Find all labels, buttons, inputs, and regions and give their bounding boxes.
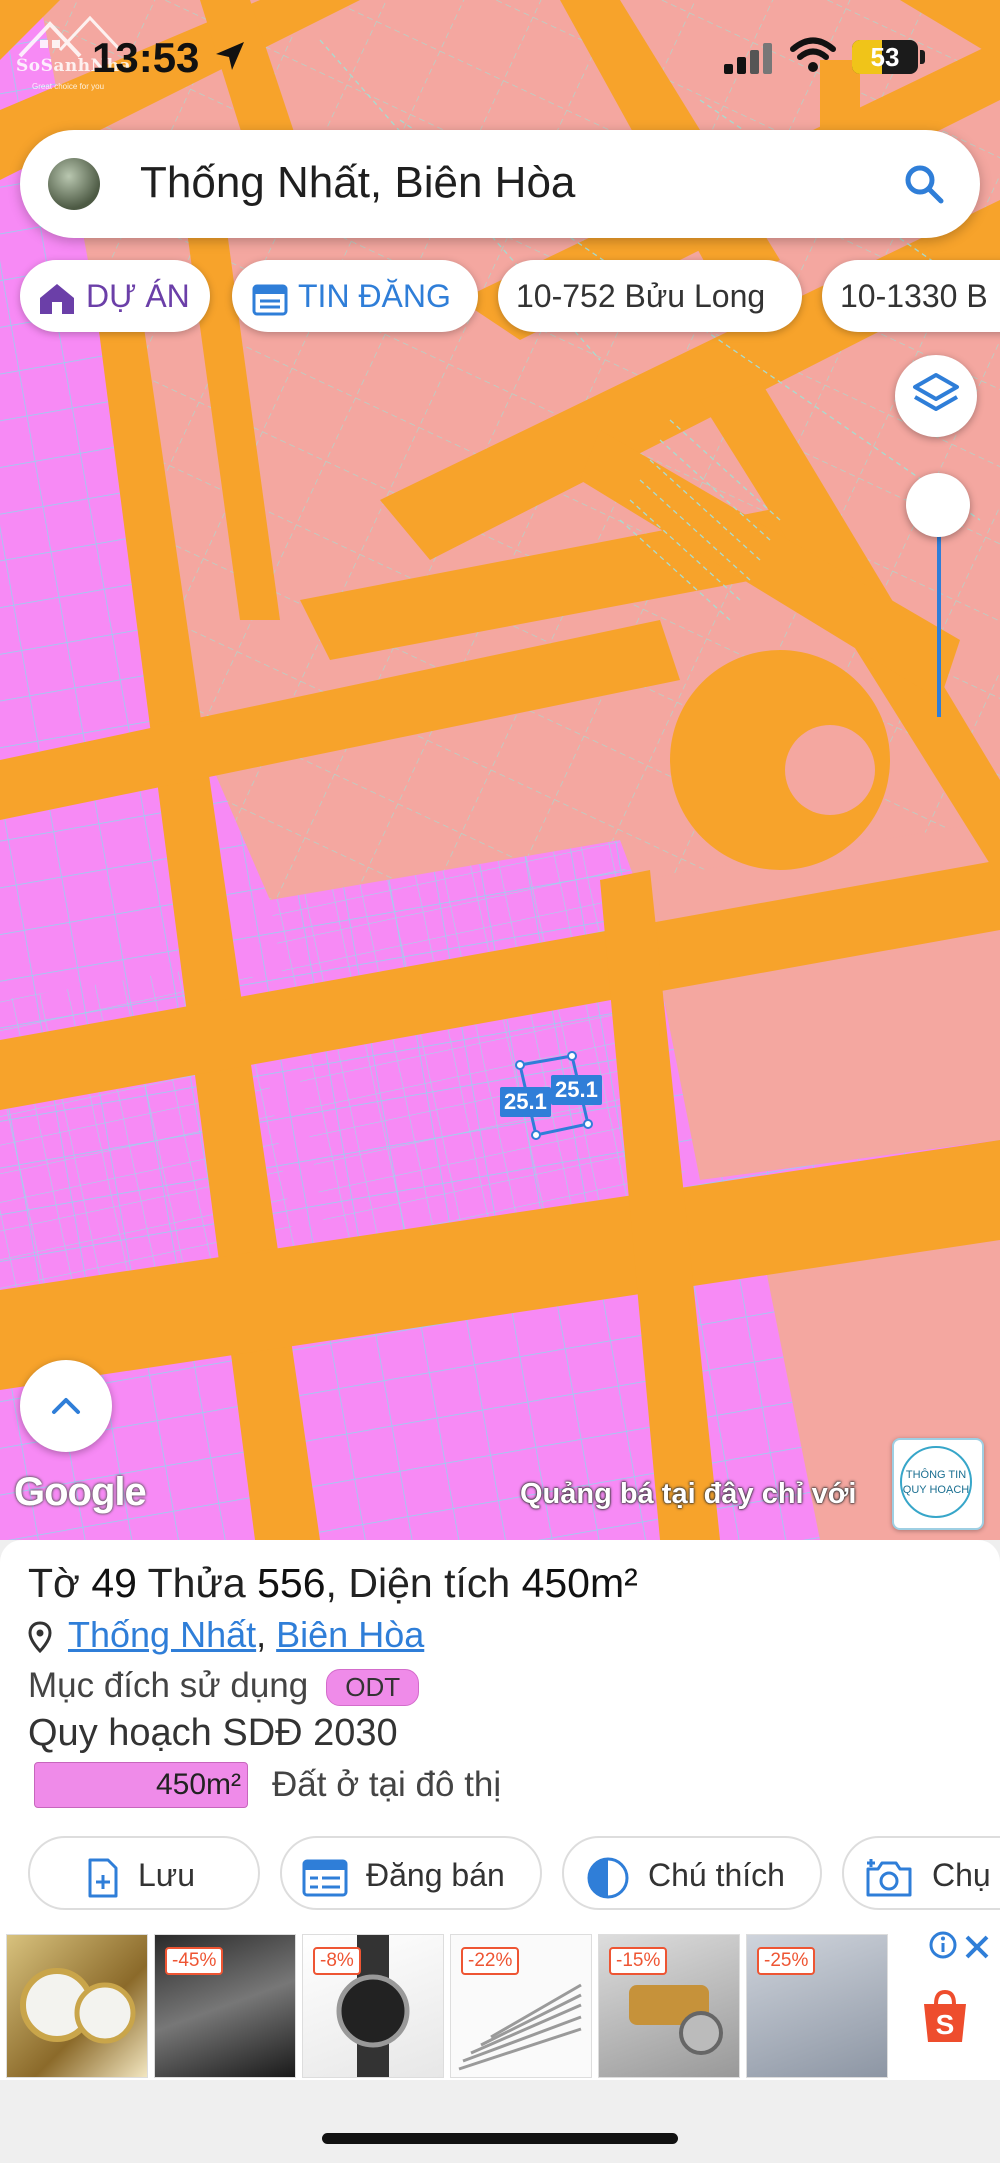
search-input[interactable]: Thống Nhất, Biên Hòa: [140, 158, 575, 208]
ad-product-tile[interactable]: -15%: [598, 1934, 740, 2078]
chip-recent-plot[interactable]: 10-752 Bửu Long: [498, 260, 802, 332]
google-logo: Google: [14, 1470, 147, 1514]
watch-image: [20, 1968, 136, 2044]
city-link[interactable]: Biên Hòa: [276, 1614, 424, 1655]
add-file-icon: [88, 1858, 118, 1898]
plot-dimension-label: 25.1: [500, 1087, 551, 1117]
post-sale-button[interactable]: Đăng bán: [280, 1836, 542, 1910]
avatar[interactable]: [48, 158, 100, 210]
parcel-area: 450m²: [521, 1560, 638, 1606]
ad-product-tile[interactable]: [6, 1934, 148, 2078]
calendar-icon: [252, 284, 288, 316]
search-bar[interactable]: Thống Nhất, Biên Hòa: [20, 130, 980, 238]
capture-button[interactable]: Chụ: [842, 1836, 1000, 1910]
land-use-code-badge: ODT: [326, 1669, 420, 1707]
listing-icon: [302, 1859, 348, 1897]
legend-button[interactable]: Chú thích: [562, 1836, 822, 1910]
chip-du-an[interactable]: DỰ ÁN: [20, 260, 210, 332]
ad-info-icon[interactable]: [928, 1930, 958, 1960]
parcel-title: Tờ 49 Thửa 556, Diện tích 450m²: [28, 1560, 638, 1606]
opacity-slider-handle[interactable]: [906, 473, 970, 537]
planning-area-row: 450m² Đất ở tại đô thị: [34, 1762, 501, 1808]
layers-icon: [913, 373, 959, 411]
chip-recent-plot[interactable]: 10-1330 B: [822, 260, 1000, 332]
planning-title: Quy hoạch SDĐ 2030: [28, 1712, 398, 1754]
discount-badge: -45%: [165, 1947, 224, 1975]
status-bar: SoSanhNha Great choice for you 13:53 53: [0, 0, 1000, 120]
camera-icon: [866, 1858, 912, 1897]
location-pin-icon: [28, 1621, 52, 1654]
ward-link[interactable]: Thống Nhất: [68, 1614, 256, 1655]
discount-badge: -15%: [609, 1947, 668, 1975]
cellular-signal-icon: [724, 43, 772, 74]
planning-area-description: Đất ở tại đô thị: [272, 1765, 502, 1804]
parcel-info-panel: Tờ 49 Thửa 556, Diện tích 450m² Thống Nh…: [0, 1540, 1000, 1940]
ad-close-icon[interactable]: [962, 1932, 992, 1962]
plot-dimension-label: 25.1: [551, 1075, 602, 1105]
layers-button[interactable]: [895, 355, 977, 437]
search-icon[interactable]: [902, 162, 946, 206]
action-buttons: Lưu Đăng bán Chú thích Chụ: [28, 1836, 1000, 1912]
house-icon: [40, 283, 74, 314]
ad-product-tile[interactable]: -25%: [746, 1934, 888, 2078]
location-arrow-icon: [216, 42, 244, 70]
discount-badge: -22%: [461, 1947, 520, 1975]
discount-badge: -25%: [757, 1947, 816, 1975]
sheet-number: 49: [91, 1560, 137, 1606]
chip-tin-dang[interactable]: TIN ĐĂNG: [232, 260, 478, 332]
ad-product-tile[interactable]: -22%: [450, 1934, 592, 2078]
battery-level: 53: [870, 42, 900, 72]
save-button[interactable]: Lưu: [28, 1836, 260, 1910]
land-use-row: Mục đích sử dụng ODT: [28, 1666, 420, 1707]
half-circle-icon: [587, 1857, 629, 1899]
ad-product-tile[interactable]: -8%: [302, 1934, 444, 2078]
promo-text[interactable]: Quảng bá tại đây chỉ với: [520, 1478, 856, 1511]
planning-info-badge[interactable]: THÔNG TIN QUY HOẠCH: [892, 1438, 984, 1530]
svg-text:S: S: [936, 2009, 955, 2040]
watermark-sub: Great choice for you: [32, 82, 105, 91]
planning-area-swatch: 450m²: [34, 1762, 248, 1808]
planning-info-label: THÔNG TIN QUY HOẠCH: [900, 1446, 972, 1518]
address-row: Thống Nhất, Biên Hòa: [28, 1614, 424, 1656]
home-bar-area: [0, 2080, 1000, 2163]
parcel-number: 556: [257, 1560, 326, 1606]
filter-chips: DỰ ÁN TIN ĐĂNG 10-752 Bửu Long 10-1330 B: [20, 260, 1000, 336]
ad-banner[interactable]: -45% -8% -22% -15% -25%: [0, 1930, 1000, 2080]
wifi-icon: [790, 37, 836, 72]
expand-panel-button[interactable]: [20, 1360, 112, 1452]
battery-indicator: 53: [852, 40, 918, 74]
battery-tip: [920, 50, 925, 64]
chevron-up-icon: [52, 1398, 80, 1414]
home-indicator[interactable]: [322, 2133, 678, 2144]
ad-product-tile[interactable]: -45%: [154, 1934, 296, 2078]
status-time: 13:53: [92, 34, 200, 81]
discount-badge: -8%: [313, 1947, 361, 1975]
shopee-bag-icon[interactable]: S: [918, 1988, 972, 2046]
